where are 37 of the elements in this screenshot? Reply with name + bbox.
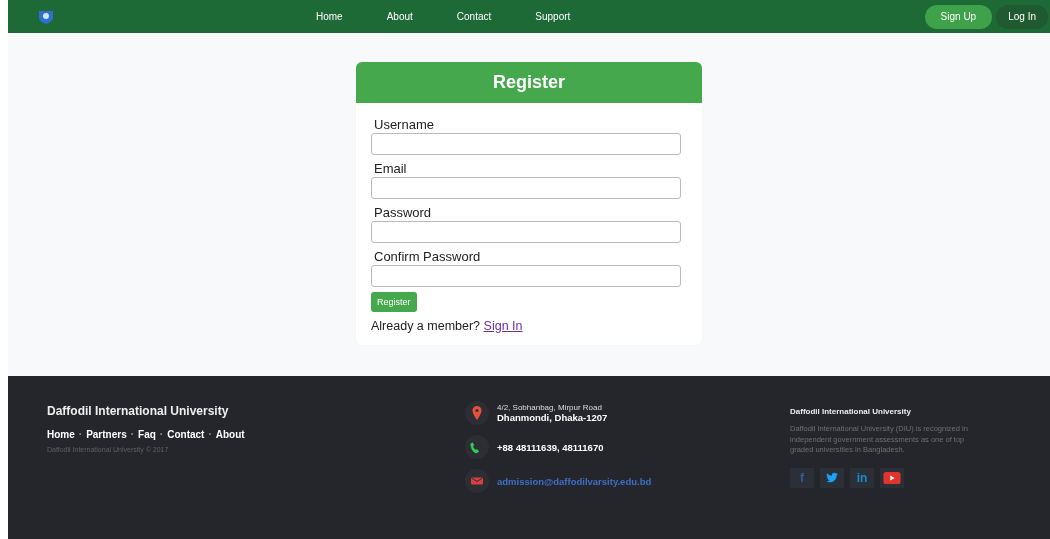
nav-link[interactable]: Contact — [434, 11, 514, 22]
contact-text: Dhanmondi, Dhaka-1207 — [497, 412, 608, 423]
input-field[interactable] — [371, 265, 681, 287]
about-title: Daffodil International University — [790, 407, 912, 416]
nav-link[interactable]: About — [364, 11, 435, 22]
map-pin-icon — [465, 401, 489, 425]
nav-link[interactable]: Support — [513, 11, 593, 22]
nav-button[interactable]: Log In — [996, 4, 1048, 29]
contact-text: 4/2, Sobhanbag, Mirpur Road — [497, 403, 603, 412]
nav-link[interactable]: Home — [316, 11, 365, 22]
separator: · — [130, 429, 135, 440]
field-label: Confirm Password — [373, 249, 481, 264]
separator: · — [159, 429, 164, 440]
envelope-icon — [465, 469, 489, 493]
footer-link[interactable]: Contact — [167, 429, 205, 440]
footer-brand: Daffodil International University — [47, 404, 230, 418]
sign-in-link[interactable]: Sign In — [483, 319, 523, 333]
footer-link[interactable]: About — [215, 429, 245, 440]
footer-link[interactable]: Faq — [138, 429, 156, 440]
contact-text: +88 48111639, 48111670 — [497, 441, 604, 453]
bird-icon[interactable] — [820, 467, 844, 488]
separator: · — [208, 429, 212, 440]
input-field[interactable] — [371, 133, 681, 155]
phone-icon — [465, 435, 489, 459]
field-label: Username — [373, 117, 434, 132]
input-field[interactable] — [371, 221, 681, 243]
prompt-text: Already a member? — [371, 319, 481, 333]
field-label: Email — [373, 161, 407, 176]
separator: · — [78, 429, 83, 440]
footer-link[interactable]: Home — [47, 429, 75, 440]
card-title: Register — [493, 72, 565, 93]
input-field[interactable] — [371, 177, 681, 199]
shield-logo-icon[interactable] — [36, 8, 56, 25]
footer-link[interactable]: Partners — [86, 429, 127, 440]
video-play-icon[interactable] — [880, 467, 904, 488]
linkedin-button[interactable]: in — [850, 467, 874, 488]
field-label: Password — [373, 205, 432, 220]
